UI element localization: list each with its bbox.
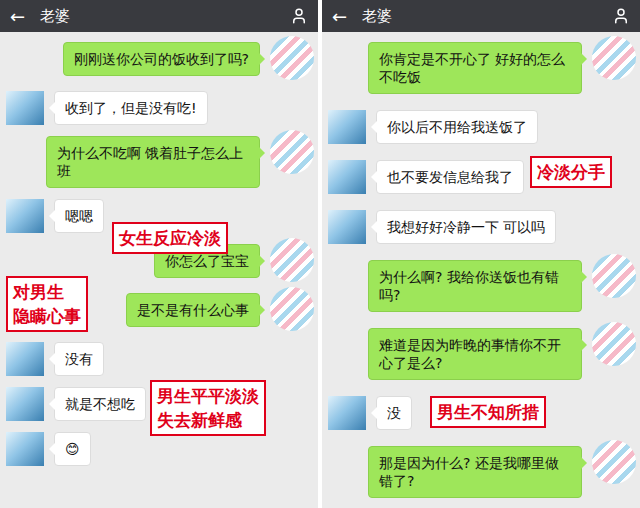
back-arrow-icon[interactable]: ← [10, 6, 40, 27]
message-row: 为什么啊? 我给你送饭也有错吗? [328, 260, 636, 312]
chat-title: 老婆 [40, 7, 290, 26]
annotation-line: 男生平平淡淡 [157, 384, 259, 408]
message-bubble[interactable]: 没 [376, 396, 412, 430]
avatar-icon[interactable] [328, 210, 366, 244]
annotation-label: 对男生隐瞒心事 [6, 276, 88, 332]
avatar-icon[interactable] [592, 254, 636, 298]
avatar-icon[interactable] [592, 322, 636, 366]
avatar-icon[interactable] [270, 287, 314, 331]
message-bubble[interactable]: 你以后不用给我送饭了 [376, 110, 538, 144]
message-bubble[interactable]: 难道是因为昨晚的事情你不开心了是么? [368, 328, 582, 380]
annotation-line: 对男生 [13, 280, 81, 304]
message-bubble[interactable]: 没有 [54, 342, 104, 376]
annotation-label: 男生平平淡淡失去新鲜感 [150, 380, 266, 436]
chat-header: ←老婆 [322, 0, 640, 32]
chat-panel: ←老婆刚刚送你公司的饭收到了吗? 收到了，但是没有吃! 为什么不吃啊 饿着肚子怎么上… [0, 0, 318, 508]
avatar-icon[interactable] [270, 238, 314, 282]
avatar-icon[interactable] [592, 440, 636, 484]
message-bubble[interactable]: 嗯嗯 [54, 199, 104, 233]
annotation-label: 男生不知所措 [430, 396, 546, 428]
message-row: 你以后不用给我送饭了 [328, 110, 636, 144]
chat-panel: ←老婆你肯定是不开心了 好好的怎么不吃饭你以后不用给我送饭了也不要发信息给我了我… [322, 0, 640, 508]
avatar-icon[interactable] [6, 199, 44, 233]
avatar-icon[interactable] [6, 91, 44, 125]
message-bubble[interactable]: 为什么啊? 我给你送饭也有错吗? [368, 260, 582, 312]
message-bubble[interactable]: 也不要发信息给我了 [376, 160, 524, 194]
avatar-icon[interactable] [6, 342, 44, 376]
avatar-icon[interactable] [6, 432, 44, 466]
person-icon[interactable] [290, 7, 308, 25]
message-row: 那是因为什么? 还是我哪里做错了? [328, 446, 636, 498]
avatar-icon[interactable] [328, 160, 366, 194]
avatar-icon[interactable] [328, 110, 366, 144]
message-bubble[interactable]: 你肯定是不开心了 好好的怎么不吃饭 [368, 42, 582, 94]
message-bubble[interactable]: 收到了，但是没有吃! [54, 91, 208, 125]
message-row: 收到了，但是没有吃! [6, 91, 314, 125]
annotation-label: 冷淡分手 [530, 156, 612, 188]
avatar-icon[interactable] [270, 36, 314, 80]
avatar-icon[interactable] [6, 387, 44, 421]
avatar-icon[interactable] [270, 130, 314, 174]
person-icon[interactable] [612, 7, 630, 25]
message-bubble[interactable]: 我想好好冷静一下 可以吗 [376, 210, 556, 244]
message-bubble[interactable]: 是不是有什么心事 [126, 293, 260, 327]
screen: ←老婆刚刚送你公司的饭收到了吗?收到了，但是没有吃!为什么不吃啊 饿着肚子怎么上… [0, 0, 640, 508]
message-bubble[interactable]: 为什么不吃啊 饿着肚子怎么上班 [46, 136, 260, 188]
message-row: 没有 [6, 342, 314, 376]
annotation-label: 女生反应冷淡 [112, 222, 228, 254]
message-bubble[interactable]: 刚刚送你公司的饭收到了吗? [63, 42, 260, 76]
message-bubble[interactable]: 那是因为什么? 还是我哪里做错了? [368, 446, 582, 498]
chat-title: 老婆 [362, 7, 612, 26]
message-bubble[interactable]: 就是不想吃 [54, 387, 146, 421]
annotation-line: 男生不知所措 [437, 400, 539, 424]
back-arrow-icon[interactable]: ← [332, 6, 362, 27]
annotation-line: 失去新鲜感 [157, 408, 259, 432]
message-bubble[interactable]: 😊 [54, 432, 91, 466]
message-row: 为什么不吃啊 饿着肚子怎么上班 [6, 136, 314, 188]
annotation-line: 隐瞒心事 [13, 304, 81, 328]
annotation-line: 女生反应冷淡 [119, 226, 221, 250]
avatar-icon[interactable] [328, 396, 366, 430]
message-row: 我想好好冷静一下 可以吗 [328, 210, 636, 244]
message-row: 你肯定是不开心了 好好的怎么不吃饭 [328, 42, 636, 94]
message-list: 你肯定是不开心了 好好的怎么不吃饭你以后不用给我送饭了也不要发信息给我了我想好好… [322, 32, 640, 498]
annotation-line: 冷淡分手 [537, 160, 605, 184]
message-row: 刚刚送你公司的饭收到了吗? [6, 42, 314, 80]
message-row: 😊 [6, 432, 314, 466]
avatar-icon[interactable] [592, 36, 636, 80]
message-row: 难道是因为昨晚的事情你不开心了是么? [328, 328, 636, 380]
chat-header: ←老婆 [0, 0, 318, 32]
